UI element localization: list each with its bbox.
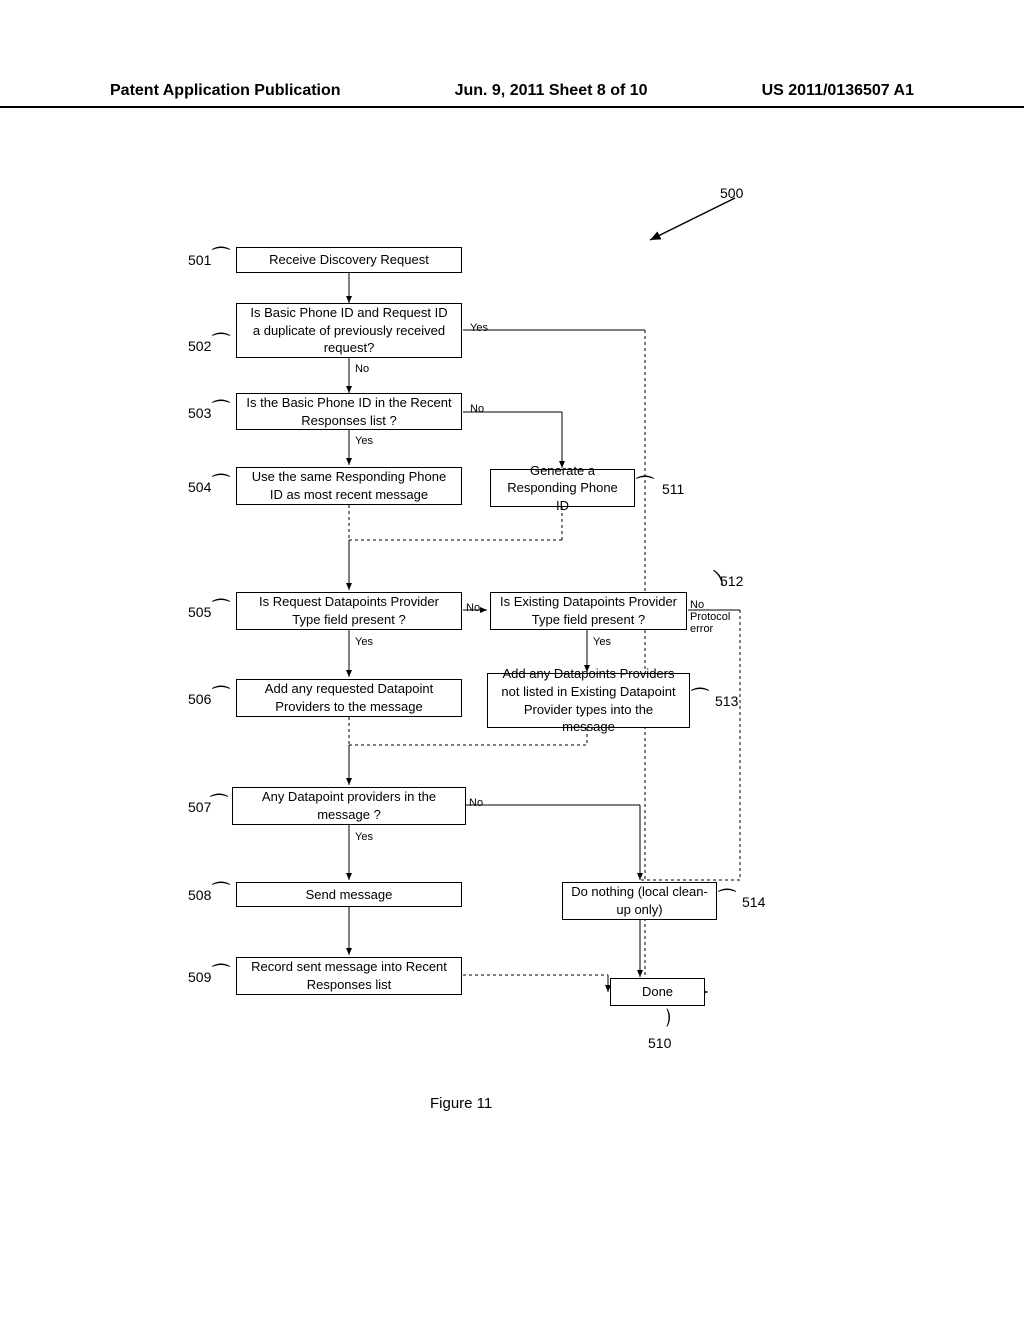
lbl-502-no: No [355,363,369,375]
box-503: Is the Basic Phone ID in the Recent Resp… [236,393,462,430]
box-512: Is Existing Datapoints Provider Type fie… [490,592,687,630]
curve-507: ⁀ [211,793,227,818]
header-left: Patent Application Publication [110,82,341,100]
curve-504: ⁀ [213,473,229,498]
box-511: Generate a Responding Phone ID [490,469,635,507]
curve-501: ⁀ [213,246,229,271]
box-501: Receive Discovery Request [236,247,462,273]
curve-502: ⁀ [213,332,229,357]
flowchart: 500 [0,185,1024,1185]
box-502: Is Basic Phone ID and Request ID a dupli… [236,303,462,358]
box-509: Record sent message into Recent Response… [236,957,462,995]
page-header: Patent Application Publication Jun. 9, 2… [0,82,1024,108]
curve-508: ⁀ [213,881,229,906]
ref-509: 509 [188,969,211,985]
lbl-512-yes: Yes [593,636,611,648]
curve-511: ⁀ [637,475,653,500]
curve-510: ⁀ [646,1009,671,1025]
ref-503: 503 [188,405,211,421]
lbl-507-yes: Yes [355,831,373,843]
ref-500: 500 [720,185,743,201]
box-507: Any Datapoint providers in the message ? [232,787,466,825]
lbl-507-no: No [469,797,483,809]
box-506: Add any requested Datapoint Providers to… [236,679,462,717]
box-505: Is Request Datapoints Provider Type fiel… [236,592,462,630]
ref-511: 511 [662,481,684,497]
curve-505: ⁀ [213,598,229,623]
lbl-502-yes: Yes [470,322,488,334]
ref-505: 505 [188,604,211,620]
lbl-505-yes: Yes [355,636,373,648]
curve-513: ⁀ [692,687,708,712]
ref-514: 514 [742,894,765,910]
ref-510: 510 [648,1035,671,1051]
ref-501: 501 [188,252,211,268]
lbl-505-no: No [466,602,480,614]
box-514: Do nothing (local clean-up only) [562,882,717,920]
header-right: US 2011/0136507 A1 [762,82,914,100]
box-510: Done [610,978,705,1006]
lbl-503-yes: Yes [355,435,373,447]
ref-502: 502 [188,338,211,354]
figure-caption: Figure 11 [430,1095,492,1112]
box-508: Send message [236,882,462,907]
box-513: Add any Datapoints Providers not listed … [487,673,690,728]
header-center: Jun. 9, 2011 Sheet 8 of 10 [455,82,648,100]
box-504: Use the same Responding Phone ID as most… [236,467,462,505]
lbl-512-no: No Protocol error [690,599,730,635]
ref-507: 507 [188,799,211,815]
ref-506: 506 [188,691,211,707]
curve-514: ⁀ [719,888,735,913]
ref-513: 513 [715,693,738,709]
lbl-503-no: No [470,403,484,415]
ref-508: 508 [188,887,211,903]
ref-504: 504 [188,479,211,495]
curve-503: ⁀ [213,399,229,424]
curve-506: ⁀ [213,685,229,710]
curve-509: ⁀ [213,963,229,988]
